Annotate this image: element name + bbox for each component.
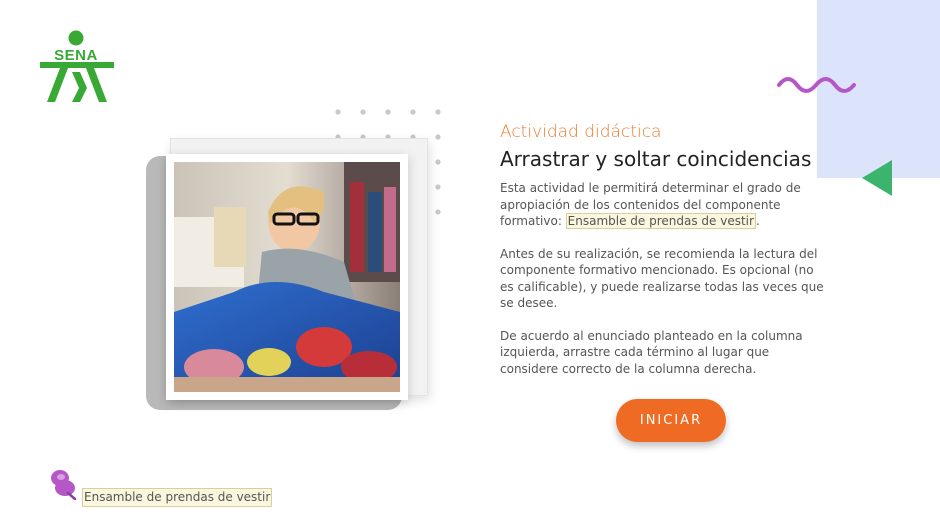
- activity-instructions: De acuerdo al enunciado planteado en la …: [500, 328, 803, 376]
- logo-text: SENA: [54, 47, 98, 64]
- start-button[interactable]: INICIAR: [616, 399, 726, 442]
- footer-component-label: Ensamble de prendas de vestir: [82, 488, 273, 507]
- sena-logo: SENA: [38, 30, 116, 104]
- pushpin-icon: [51, 470, 77, 500]
- activity-subtitle: Actividad didáctica: [500, 122, 662, 142]
- description-end: .: [755, 214, 760, 228]
- photo-frame: [166, 154, 408, 400]
- activity-image: [146, 138, 442, 410]
- wave-decoration: [777, 77, 856, 93]
- activity-description: Esta actividad le permitirá determinar e…: [500, 180, 830, 230]
- activity-content: Actividad didáctica Arrastrar y soltar c…: [500, 120, 830, 393]
- seamstress-photo: [174, 162, 400, 392]
- component-name-highlight: Ensamble de prendas de vestir: [565, 213, 756, 229]
- activity-title: Arrastrar y soltar coincidencias: [500, 147, 812, 171]
- triangle-decoration: [862, 160, 892, 196]
- activity-recommendation: Antes de su realización, se recomienda l…: [500, 246, 824, 311]
- sena-logo-mark: [40, 30, 114, 102]
